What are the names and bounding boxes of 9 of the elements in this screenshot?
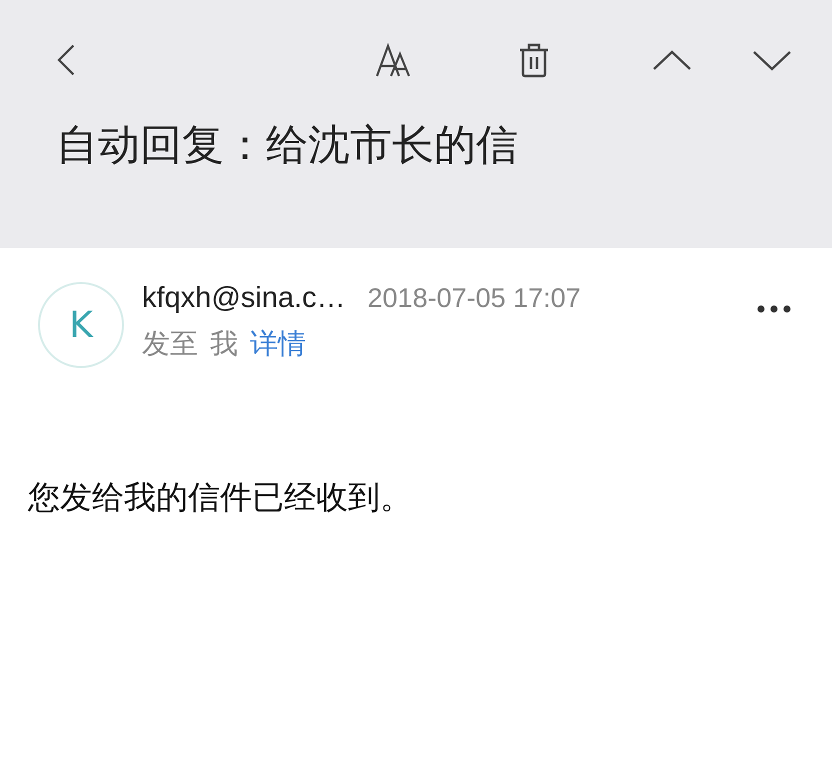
details-link[interactable]: 详情 [250, 325, 306, 363]
more-icon[interactable] [756, 304, 792, 314]
sender-address: kfqxh@sina.c… [142, 282, 346, 315]
email-subject: 自动回复：给沈市长的信 [55, 120, 519, 170]
sent-date: 2018-07-05 17:07 [368, 283, 581, 314]
sender-avatar: K [38, 282, 124, 368]
recipient-name: 我 [210, 326, 238, 362]
recipient-prefix: 发至 [142, 326, 198, 362]
email-body: 您发给我的信件已经收到。 [26, 477, 413, 518]
